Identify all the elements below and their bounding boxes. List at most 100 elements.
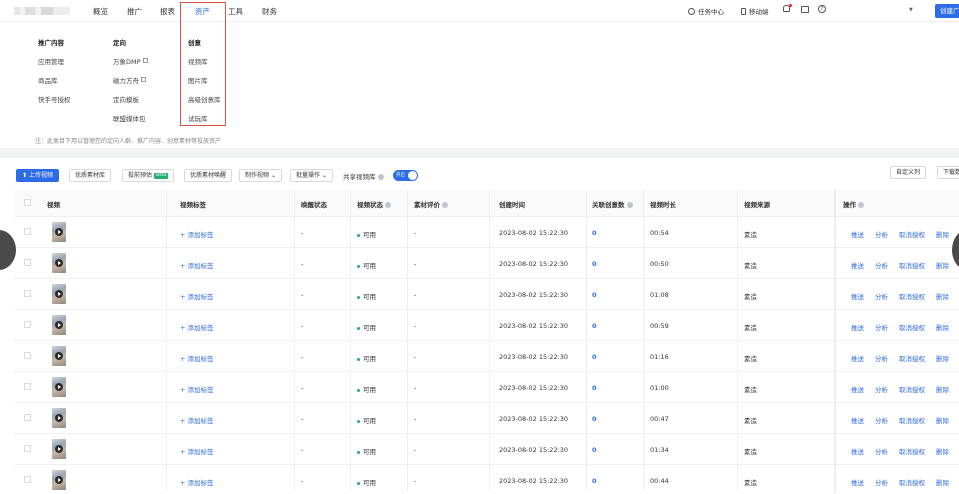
creative-count[interactable]: 0 (592, 415, 597, 423)
row-checkbox[interactable] (24, 259, 31, 266)
delete-action[interactable]: 删除 (936, 415, 949, 425)
row-checkbox[interactable] (24, 476, 31, 483)
creative-count[interactable]: 0 (592, 384, 597, 392)
add-tag-link[interactable]: + 添加标签 (180, 322, 214, 332)
delete-action[interactable]: 删除 (936, 322, 949, 332)
add-tag-link[interactable]: + 添加标签 (180, 384, 214, 394)
push-action[interactable]: 推送 (851, 322, 864, 332)
add-tag-link[interactable]: + 添加标签 (180, 446, 214, 456)
menu-app-management[interactable]: 应用管理 (38, 56, 71, 66)
row-checkbox[interactable] (24, 321, 31, 328)
creative-count[interactable]: 0 (592, 446, 597, 454)
analyze-action[interactable]: 分析 (875, 384, 888, 394)
row-checkbox[interactable] (24, 228, 31, 235)
add-tag-link[interactable]: + 添加标签 (180, 260, 214, 270)
revoke-auth-action[interactable]: 取消授权 (899, 477, 925, 487)
push-action[interactable]: 推送 (851, 229, 864, 239)
push-action[interactable]: 推送 (851, 260, 864, 270)
video-thumbnail[interactable] (52, 315, 66, 335)
nav-finance[interactable]: 财务 (262, 6, 277, 17)
analyze-action[interactable]: 分析 (875, 353, 888, 363)
creative-count[interactable]: 0 (592, 353, 597, 361)
batch-ops-dropdown[interactable]: 批量操作 ⌄ (290, 169, 334, 182)
revoke-auth-action[interactable]: 取消授权 (899, 322, 925, 332)
quality-library-button[interactable]: 优质素材库 (69, 169, 112, 182)
add-tag-link[interactable]: + 添加标签 (180, 229, 214, 239)
create-ad-button[interactable]: 创建广 (935, 4, 959, 18)
add-tag-link[interactable]: + 添加标签 (180, 291, 214, 301)
pre-estimate-button[interactable]: 投前预估 Beta (122, 169, 175, 182)
revoke-auth-action[interactable]: 取消授权 (899, 415, 925, 425)
video-thumbnail[interactable] (52, 377, 66, 397)
creative-count[interactable]: 0 (592, 322, 597, 330)
analyze-action[interactable]: 分析 (875, 322, 888, 332)
video-thumbnail[interactable] (52, 222, 66, 242)
analyze-action[interactable]: 分析 (875, 477, 888, 487)
video-thumbnail[interactable] (52, 408, 66, 428)
analyze-action[interactable]: 分析 (875, 229, 888, 239)
video-thumbnail[interactable] (52, 439, 66, 459)
account-caret-icon[interactable]: ▼ (909, 7, 913, 13)
make-video-dropdown[interactable]: 制作视频 ⌄ (239, 169, 283, 182)
awaken-button[interactable]: 优质素材唤醒 (184, 169, 233, 182)
add-tag-link[interactable]: + 添加标签 (180, 415, 214, 425)
delete-action[interactable]: 删除 (936, 446, 949, 456)
delete-action[interactable]: 删除 (936, 291, 949, 301)
delete-action[interactable]: 删除 (936, 260, 949, 270)
row-checkbox[interactable] (24, 414, 31, 421)
delete-action[interactable]: 删除 (936, 384, 949, 394)
nav-promotion[interactable]: 推广 (127, 6, 142, 17)
nav-overview[interactable]: 概览 (93, 6, 108, 17)
push-action[interactable]: 推送 (851, 353, 864, 363)
menu-kuaishou-auth[interactable]: 快手号授权 (38, 94, 71, 104)
nav-tools[interactable]: 工具 (228, 6, 243, 17)
menu-magnetic-ark[interactable]: 磁力方舟 (113, 75, 148, 85)
creative-count[interactable]: 0 (592, 229, 597, 237)
row-checkbox[interactable] (24, 383, 31, 390)
analyze-action[interactable]: 分析 (875, 260, 888, 270)
help-icon[interactable]: ? (818, 5, 826, 13)
menu-union-media-pack[interactable]: 联盟媒体包 (113, 113, 148, 123)
menu-dmp[interactable]: 万象DMP (113, 56, 148, 66)
video-thumbnail[interactable] (52, 470, 66, 490)
analyze-action[interactable]: 分析 (875, 415, 888, 425)
revoke-auth-action[interactable]: 取消授权 (899, 384, 925, 394)
revoke-auth-action[interactable]: 取消授权 (899, 260, 925, 270)
push-action[interactable]: 推送 (851, 291, 864, 301)
push-action[interactable]: 推送 (851, 477, 864, 487)
revoke-auth-action[interactable]: 取消授权 (899, 353, 925, 363)
row-checkbox[interactable] (24, 290, 31, 297)
mobile-link[interactable]: 移动端 (741, 6, 769, 16)
nav-reports[interactable]: 报表 (160, 6, 175, 17)
custom-columns-button[interactable]: 自定义列 (890, 166, 927, 179)
add-tag-link[interactable]: + 添加标签 (180, 477, 214, 487)
notification-bell[interactable] (783, 4, 792, 14)
push-action[interactable]: 推送 (851, 446, 864, 456)
add-tag-link[interactable]: + 添加标签 (180, 353, 214, 363)
message-icon[interactable] (801, 6, 809, 13)
upload-video-button[interactable]: ⬆ 上传视频 (16, 169, 60, 182)
menu-product-library[interactable]: 商品库 (38, 75, 71, 85)
row-checkbox[interactable] (24, 445, 31, 452)
download-button[interactable]: 下载数 (937, 166, 959, 179)
creative-count[interactable]: 0 (592, 260, 597, 268)
revoke-auth-action[interactable]: 取消授权 (899, 229, 925, 239)
video-thumbnail[interactable] (52, 284, 66, 304)
menu-targeting-template[interactable]: 定向模板 (113, 94, 148, 104)
revoke-auth-action[interactable]: 取消授权 (899, 446, 925, 456)
analyze-action[interactable]: 分析 (875, 291, 888, 301)
revoke-auth-action[interactable]: 取消授权 (899, 291, 925, 301)
delete-action[interactable]: 删除 (936, 477, 949, 487)
delete-action[interactable]: 删除 (936, 353, 949, 363)
task-center-link[interactable]: 任务中心 (688, 6, 724, 16)
push-action[interactable]: 推送 (851, 384, 864, 394)
delete-action[interactable]: 删除 (936, 229, 949, 239)
push-action[interactable]: 推送 (851, 415, 864, 425)
select-all-checkbox[interactable] (24, 199, 31, 206)
video-thumbnail[interactable] (52, 253, 66, 273)
analyze-action[interactable]: 分析 (875, 446, 888, 456)
creative-count[interactable]: 0 (592, 477, 597, 485)
row-checkbox[interactable] (24, 352, 31, 359)
video-thumbnail[interactable] (52, 346, 66, 366)
creative-count[interactable]: 0 (592, 291, 597, 299)
